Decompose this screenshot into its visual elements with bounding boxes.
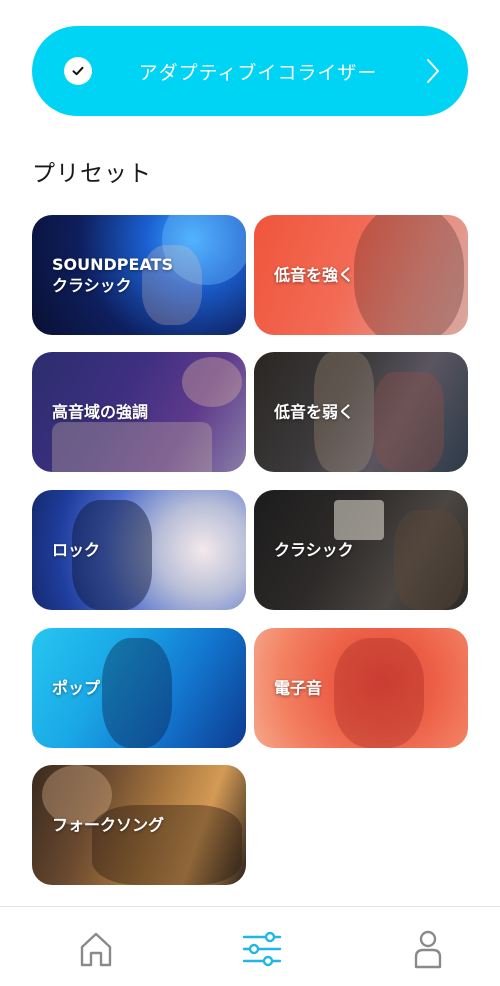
preset-label: 低音を強く <box>274 265 355 285</box>
preset-label: ポップ <box>52 678 101 698</box>
preset-label: フォークソング <box>52 815 165 835</box>
adaptive-eq-label: アダプティブイコライザー <box>138 61 378 84</box>
preset-card-bass-boost[interactable]: 低音を強く <box>254 215 468 335</box>
home-icon[interactable] <box>76 929 116 969</box>
equalizer-icon[interactable] <box>242 929 282 969</box>
preset-label: 高音域の強調 <box>52 402 149 422</box>
preset-card-rock[interactable]: ロック <box>32 490 246 610</box>
bottom-tab-bar <box>0 906 500 986</box>
preset-label: SOUNDPEATS クラシック <box>52 255 174 295</box>
preset-card-pop[interactable]: ポップ <box>32 628 246 748</box>
chevron-right-icon <box>424 56 442 86</box>
preset-card-classical[interactable]: クラシック <box>254 490 468 610</box>
preset-card-bass-reduce[interactable]: 低音を弱く <box>254 352 468 472</box>
preset-card-electronic[interactable]: 電子音 <box>254 628 468 748</box>
preset-card-soundpeats-classic[interactable]: SOUNDPEATS クラシック <box>32 215 246 335</box>
preset-label: 電子音 <box>274 678 323 698</box>
preset-label: ロック <box>52 540 101 560</box>
preset-label: 低音を弱く <box>274 402 355 422</box>
preset-card-treble-boost[interactable]: 高音域の強調 <box>32 352 246 472</box>
preset-card-folk[interactable]: フォークソング <box>32 765 246 885</box>
preset-label: クラシック <box>274 540 354 560</box>
profile-icon[interactable] <box>408 929 448 969</box>
check-icon <box>64 57 92 85</box>
adaptive-eq-toggle[interactable]: アダプティブイコライザー <box>32 26 468 116</box>
presets-heading: プリセット <box>32 161 152 187</box>
